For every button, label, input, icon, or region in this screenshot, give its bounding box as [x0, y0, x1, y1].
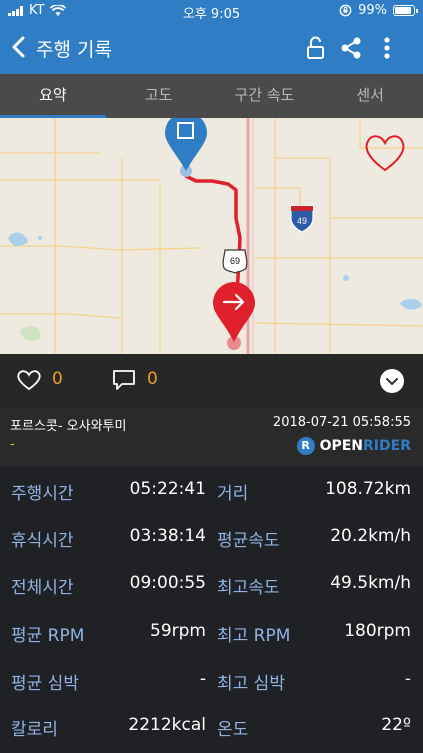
- stat-row: 주행시간 05:22:41 거리 108.72km: [0, 466, 423, 514]
- tab-elevation[interactable]: 고도: [106, 74, 212, 118]
- map-canvas: 49 69: [0, 118, 423, 354]
- stat-label: 칼로리: [11, 720, 58, 740]
- tab-sensor[interactable]: 센서: [317, 74, 423, 118]
- stat-label: 최고속도: [217, 578, 280, 598]
- battery-icon: [393, 5, 418, 16]
- orientation-lock-icon: [339, 4, 352, 17]
- more-vertical-icon[interactable]: [374, 35, 400, 61]
- ride-name: 포르스콧- 오사와투미: [10, 419, 127, 434]
- stat-value: 59rpm: [150, 621, 206, 641]
- comment-count: 0: [147, 369, 158, 389]
- stat-label: 전체시간: [11, 578, 74, 598]
- stats-panel: 주행시간 05:22:41 거리 108.72km 휴식시간 03:38:14 …: [0, 466, 423, 753]
- stat-value: 03:38:14: [129, 526, 206, 546]
- stat-row: 휴식시간 03:38:14 평균속도 20.2km/h: [0, 513, 423, 561]
- share-icon[interactable]: [338, 35, 364, 61]
- battery-percent: 99%: [358, 3, 387, 18]
- tab-segment-speed[interactable]: 구간 속도: [212, 74, 318, 118]
- nav-bar: 주행 기록: [0, 22, 423, 74]
- stat-label: 최고 RPM: [217, 626, 291, 646]
- stat-label: 휴식시간: [11, 531, 74, 551]
- stat-value: 22º: [381, 715, 411, 735]
- ride-subtitle: -: [10, 437, 15, 452]
- tab-summary[interactable]: 요약: [0, 74, 106, 118]
- stat-label: 온도: [217, 720, 249, 740]
- stat-label: 거리: [217, 484, 249, 504]
- stat-value: -: [404, 669, 411, 689]
- route-map[interactable]: 49 69: [0, 118, 423, 354]
- stat-label: 최고 심박: [217, 674, 285, 694]
- like-count: 0: [52, 369, 63, 389]
- comment-icon[interactable]: [111, 368, 137, 392]
- ride-info: 포르스콧- 오사와투미 2018-07-21 05:58:55 - R OPEN…: [0, 408, 423, 466]
- status-bar: KT 오후 9:05 99%: [0, 0, 423, 22]
- openrider-logo-icon: R: [296, 437, 315, 455]
- stat-value: -: [199, 669, 206, 689]
- stat-value: 20.2km/h: [330, 526, 411, 546]
- us-69-shield: 69: [222, 249, 248, 274]
- stat-value: 05:22:41: [129, 479, 206, 499]
- stat-row: 평균 RPM 59rpm 최고 RPM 180rpm: [0, 608, 423, 656]
- stat-label: 주행시간: [11, 484, 74, 504]
- stat-label: 평균 RPM: [11, 626, 85, 646]
- stat-row: 전체시간 09:00:55 최고속도 49.5km/h: [0, 560, 423, 608]
- stat-label: 평균 심박: [11, 674, 79, 694]
- social-bar: 0 0: [0, 354, 423, 408]
- stat-value: 108.72km: [325, 479, 411, 499]
- openrider-logo: R OPENRIDER: [296, 437, 411, 455]
- expand-button[interactable]: [380, 369, 404, 393]
- tab-bar: 요약 고도 구간 속도 센서: [0, 74, 423, 118]
- stat-value: 2212kcal: [128, 715, 206, 735]
- unlock-icon[interactable]: [302, 35, 328, 61]
- interstate-49-label: 49: [297, 216, 307, 226]
- stat-value: 09:00:55: [129, 573, 206, 593]
- back-arrow-icon[interactable]: [8, 34, 32, 60]
- chevron-down-icon: [386, 378, 398, 385]
- stat-row: 평균 심박 - 최고 심박 -: [0, 656, 423, 704]
- page-title: 주행 기록: [36, 39, 112, 61]
- stat-value: 180rpm: [344, 621, 411, 641]
- us-69-label: 69: [230, 256, 240, 266]
- stat-label: 평균속도: [217, 531, 280, 551]
- ride-datetime: 2018-07-21 05:58:55: [272, 415, 411, 430]
- stat-row: 칼로리 2212kcal 온도 22º: [0, 702, 423, 750]
- like-heart-icon[interactable]: [16, 368, 42, 392]
- stat-value: 49.5km/h: [330, 573, 411, 593]
